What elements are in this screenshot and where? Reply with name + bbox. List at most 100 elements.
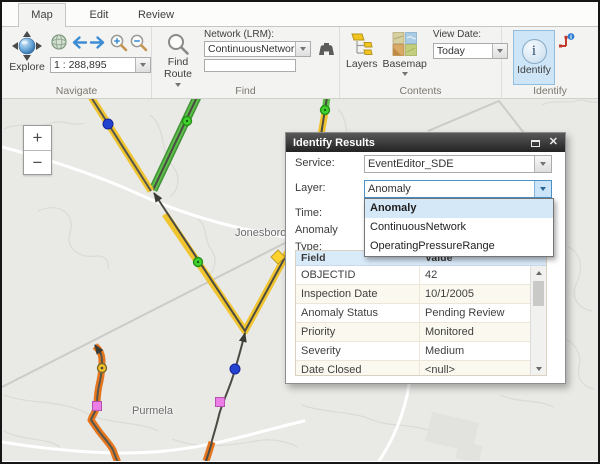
identify-button[interactable]: i Identify (513, 30, 555, 85)
place-label-jonesboro: Jonesboro (235, 227, 286, 239)
layers-button[interactable]: Layers (346, 32, 378, 70)
tab-map[interactable]: Map (18, 3, 66, 27)
scale-value: 1 : 288,895 (51, 58, 135, 72)
table-row: Inspection Date 10/1/2005 (296, 285, 530, 304)
scroll-down-icon[interactable] (531, 362, 546, 375)
table-row: Anomaly Status Pending Review (296, 304, 530, 323)
zoom-out-icon[interactable] (129, 33, 148, 52)
view-date-tools: View Date: Today (433, 29, 508, 59)
map-zoom-in-button[interactable]: + (24, 126, 51, 150)
identify-route-tool-icon[interactable] (558, 33, 575, 49)
maximize-icon[interactable] (531, 134, 540, 152)
dropdown-option-operatingpressurerange[interactable]: OperatingPressureRange (365, 237, 553, 256)
dialog-title: Identify Results (293, 137, 531, 149)
tab-review[interactable]: Review (132, 5, 180, 26)
blue-point-marker (230, 364, 240, 374)
layer-dropdown-button[interactable] (534, 181, 551, 197)
table-body: OBJECTID 42 Inspection Date 10/1/2005 An… (296, 266, 530, 376)
table-row: OBJECTID 42 (296, 266, 530, 285)
previous-extent-icon[interactable] (69, 35, 88, 50)
service-value: EventEditor_SDE (365, 156, 534, 172)
chevron-down-icon (540, 162, 546, 166)
basemap-button[interactable]: Basemap (383, 32, 427, 76)
chevron-down-icon (402, 72, 408, 76)
identify-icon: i (522, 39, 547, 64)
binoculars-icon[interactable] (318, 42, 335, 56)
layer-combobox[interactable]: Anomaly (364, 180, 552, 198)
table-row: Priority Monitored (296, 323, 530, 342)
explore-button[interactable]: Explore (6, 31, 48, 73)
chevron-down-icon (540, 187, 546, 191)
ribbon: Explore (2, 27, 598, 99)
scale-combobox[interactable]: 1 : 288,895 (50, 57, 151, 73)
view-date-combobox[interactable]: Today (433, 43, 508, 59)
map-view[interactable]: + − Jonesboro Purmela Identify Results ✕… (2, 99, 598, 461)
view-date-label: View Date: (433, 29, 508, 40)
dropdown-option-anomaly[interactable]: Anomaly (365, 199, 553, 218)
basemap-button-label: Basemap (383, 58, 427, 70)
service-combobox[interactable]: EventEditor_SDE (364, 155, 552, 173)
scroll-up-icon[interactable] (531, 266, 546, 279)
full-extent-globe-icon[interactable] (50, 33, 68, 51)
tab-edit[interactable]: Edit (75, 5, 123, 26)
dialog-titlebar[interactable]: Identify Results ✕ (286, 133, 565, 152)
ribbon-group-identify: i Identify Identify (502, 27, 598, 98)
basemap-icon (392, 32, 417, 56)
identify-results-table: Field Value OBJECTID 42 Inspection Date … (295, 250, 547, 376)
dropdown-option-continuousnetwork[interactable]: ContinuousNetwork (365, 218, 553, 237)
network-dropdown-button[interactable] (295, 42, 310, 56)
contents-group-label: Contents (340, 85, 501, 98)
find-route-label-line2: Route (164, 68, 192, 80)
identify-results-dialog: Identify Results ✕ Service: EventEditor_… (285, 132, 566, 384)
scale-dropdown-button[interactable] (135, 58, 150, 72)
blue-point-marker (103, 119, 113, 129)
layer-label: Layer: (295, 180, 364, 198)
route-green (153, 99, 197, 190)
table-row: Severity Medium (296, 342, 530, 361)
explore-icon (11, 31, 43, 61)
time-label: Time: (295, 205, 364, 223)
navigate-tools: 1 : 288,895 (50, 29, 151, 73)
zoom-in-icon[interactable] (109, 33, 128, 52)
scrollbar-thumb[interactable] (533, 281, 544, 306)
ribbon-group-navigate: Explore (2, 27, 152, 98)
layer-value: Anomaly (365, 181, 534, 197)
map-zoom-control: + − (23, 125, 52, 175)
urban-area (425, 412, 482, 461)
network-combobox[interactable]: ContinuousNetwork (204, 41, 311, 57)
explore-button-label: Explore (9, 61, 45, 73)
anomaly-type-label: Anomaly Type: (295, 222, 364, 240)
pink-square-marker (216, 398, 225, 407)
next-extent-icon[interactable] (89, 35, 108, 50)
service-dropdown-button[interactable] (534, 156, 551, 172)
ribbon-group-find: Find Route Network (LRM): ContinuousNetw… (152, 27, 340, 98)
layer-dropdown-list: Anomaly ContinuousNetwork OperatingPress… (364, 198, 554, 257)
service-label: Service: (295, 155, 364, 173)
route-search-input[interactable] (204, 59, 296, 72)
chevron-down-icon (140, 63, 146, 67)
pink-square-marker (93, 402, 102, 411)
table-scrollbar[interactable] (530, 266, 546, 375)
layers-icon (350, 32, 374, 56)
chevron-down-icon (300, 47, 306, 51)
route-yellow-lower (154, 193, 296, 331)
find-route-magnifier-icon (166, 32, 190, 56)
find-tools: Network (LRM): ContinuousNetwork (204, 29, 335, 72)
find-group-label: Find (152, 85, 339, 98)
navigate-group-label: Navigate (2, 85, 151, 98)
place-label-purmela: Purmela (132, 405, 173, 417)
find-route-label-line1: Find (168, 56, 188, 68)
map-zoom-out-button[interactable]: − (24, 150, 51, 174)
identify-group-label: Identify (502, 85, 598, 98)
layers-button-label: Layers (346, 58, 378, 70)
ribbon-group-contents: Layers Basemap View Date: (340, 27, 502, 98)
app-window: Map Edit Review Explore (0, 0, 600, 464)
find-route-button[interactable]: Find Route (156, 32, 200, 87)
route-top-center (321, 99, 327, 135)
identify-button-label: Identify (517, 64, 551, 76)
close-icon[interactable]: ✕ (549, 133, 558, 152)
ribbon-tab-bar: Map Edit Review (2, 2, 598, 27)
network-value: ContinuousNetwork (205, 42, 295, 56)
table-row: Date Closed <null> (296, 361, 530, 376)
network-lrm-label: Network (LRM): (204, 29, 335, 40)
